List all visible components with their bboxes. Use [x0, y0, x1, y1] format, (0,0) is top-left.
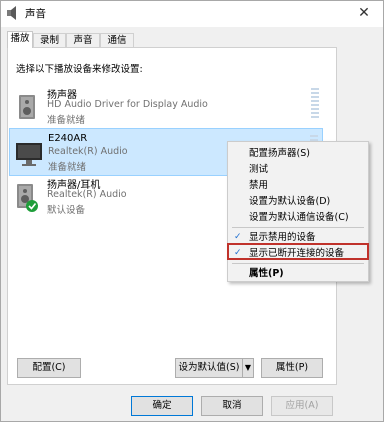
tab-playback[interactable]: 播放 — [7, 31, 33, 48]
speaker-icon — [19, 95, 35, 119]
menu-separator — [232, 227, 364, 228]
menu-item-set-default-communication[interactable]: 设置为默认通信设备(C) — [228, 210, 368, 225]
menu-item-set-default-device[interactable]: 设置为默认设备(D) — [228, 194, 368, 209]
ok-button[interactable]: 确定 — [131, 396, 193, 416]
instruction-text: 选择以下播放设备来修改设置: — [16, 64, 143, 75]
menu-item-label: 显示禁用的设备 — [249, 232, 316, 243]
device-status: 默认设备 — [47, 205, 86, 216]
monitor-icon — [16, 143, 42, 166]
configure-button[interactable]: 配置(C) — [17, 358, 81, 378]
speaker-default-icon — [17, 184, 38, 212]
menu-item-test[interactable]: 测试 — [228, 162, 368, 177]
cancel-button[interactable]: 取消 — [201, 396, 263, 416]
set-default-button[interactable]: 设为默认值(S) — [175, 358, 243, 378]
tab-sounds[interactable]: 声音 — [66, 33, 100, 47]
menu-item-configure-speakers[interactable]: 配置扬声器(S) — [228, 146, 368, 161]
volume-level-meter — [311, 88, 319, 122]
properties-button[interactable]: 属性(P) — [261, 358, 323, 378]
device-status: 准备就绪 — [48, 162, 87, 173]
apply-button[interactable]: 应用(A) — [271, 396, 333, 416]
device-driver: Realtek(R) Audio — [47, 189, 127, 200]
sound-dialog: 声音 ✕ 播放 录制 声音 通信 选择以下播放设备来修改设置: 扬声器 HD A… — [0, 0, 384, 422]
close-button[interactable]: ✕ — [353, 3, 375, 23]
menu-item-properties[interactable]: 属性(P) — [228, 266, 368, 281]
device-driver: Realtek(R) Audio — [48, 146, 128, 157]
device-driver: HD Audio Driver for Display Audio — [47, 99, 208, 110]
context-menu: 配置扬声器(S) 测试 禁用 设置为默认设备(D) 设置为默认通信设备(C) ✓… — [227, 141, 369, 282]
device-status: 准备就绪 — [47, 115, 86, 126]
tab-recording[interactable]: 录制 — [33, 33, 66, 47]
device-name: E240AR — [48, 133, 88, 144]
menu-item-disable[interactable]: 禁用 — [228, 178, 368, 193]
menu-separator — [232, 263, 364, 264]
sound-app-icon — [7, 6, 16, 20]
set-default-dropdown-button[interactable]: ▼ — [242, 358, 254, 378]
title-bar: 声音 ✕ — [1, 1, 383, 27]
device-item-speaker-hdmi[interactable]: 扬声器 HD Audio Driver for Display Audio 准备… — [9, 82, 323, 130]
window-title: 声音 — [25, 8, 46, 20]
tab-communications[interactable]: 通信 — [100, 33, 134, 47]
highlight-box — [227, 243, 369, 260]
